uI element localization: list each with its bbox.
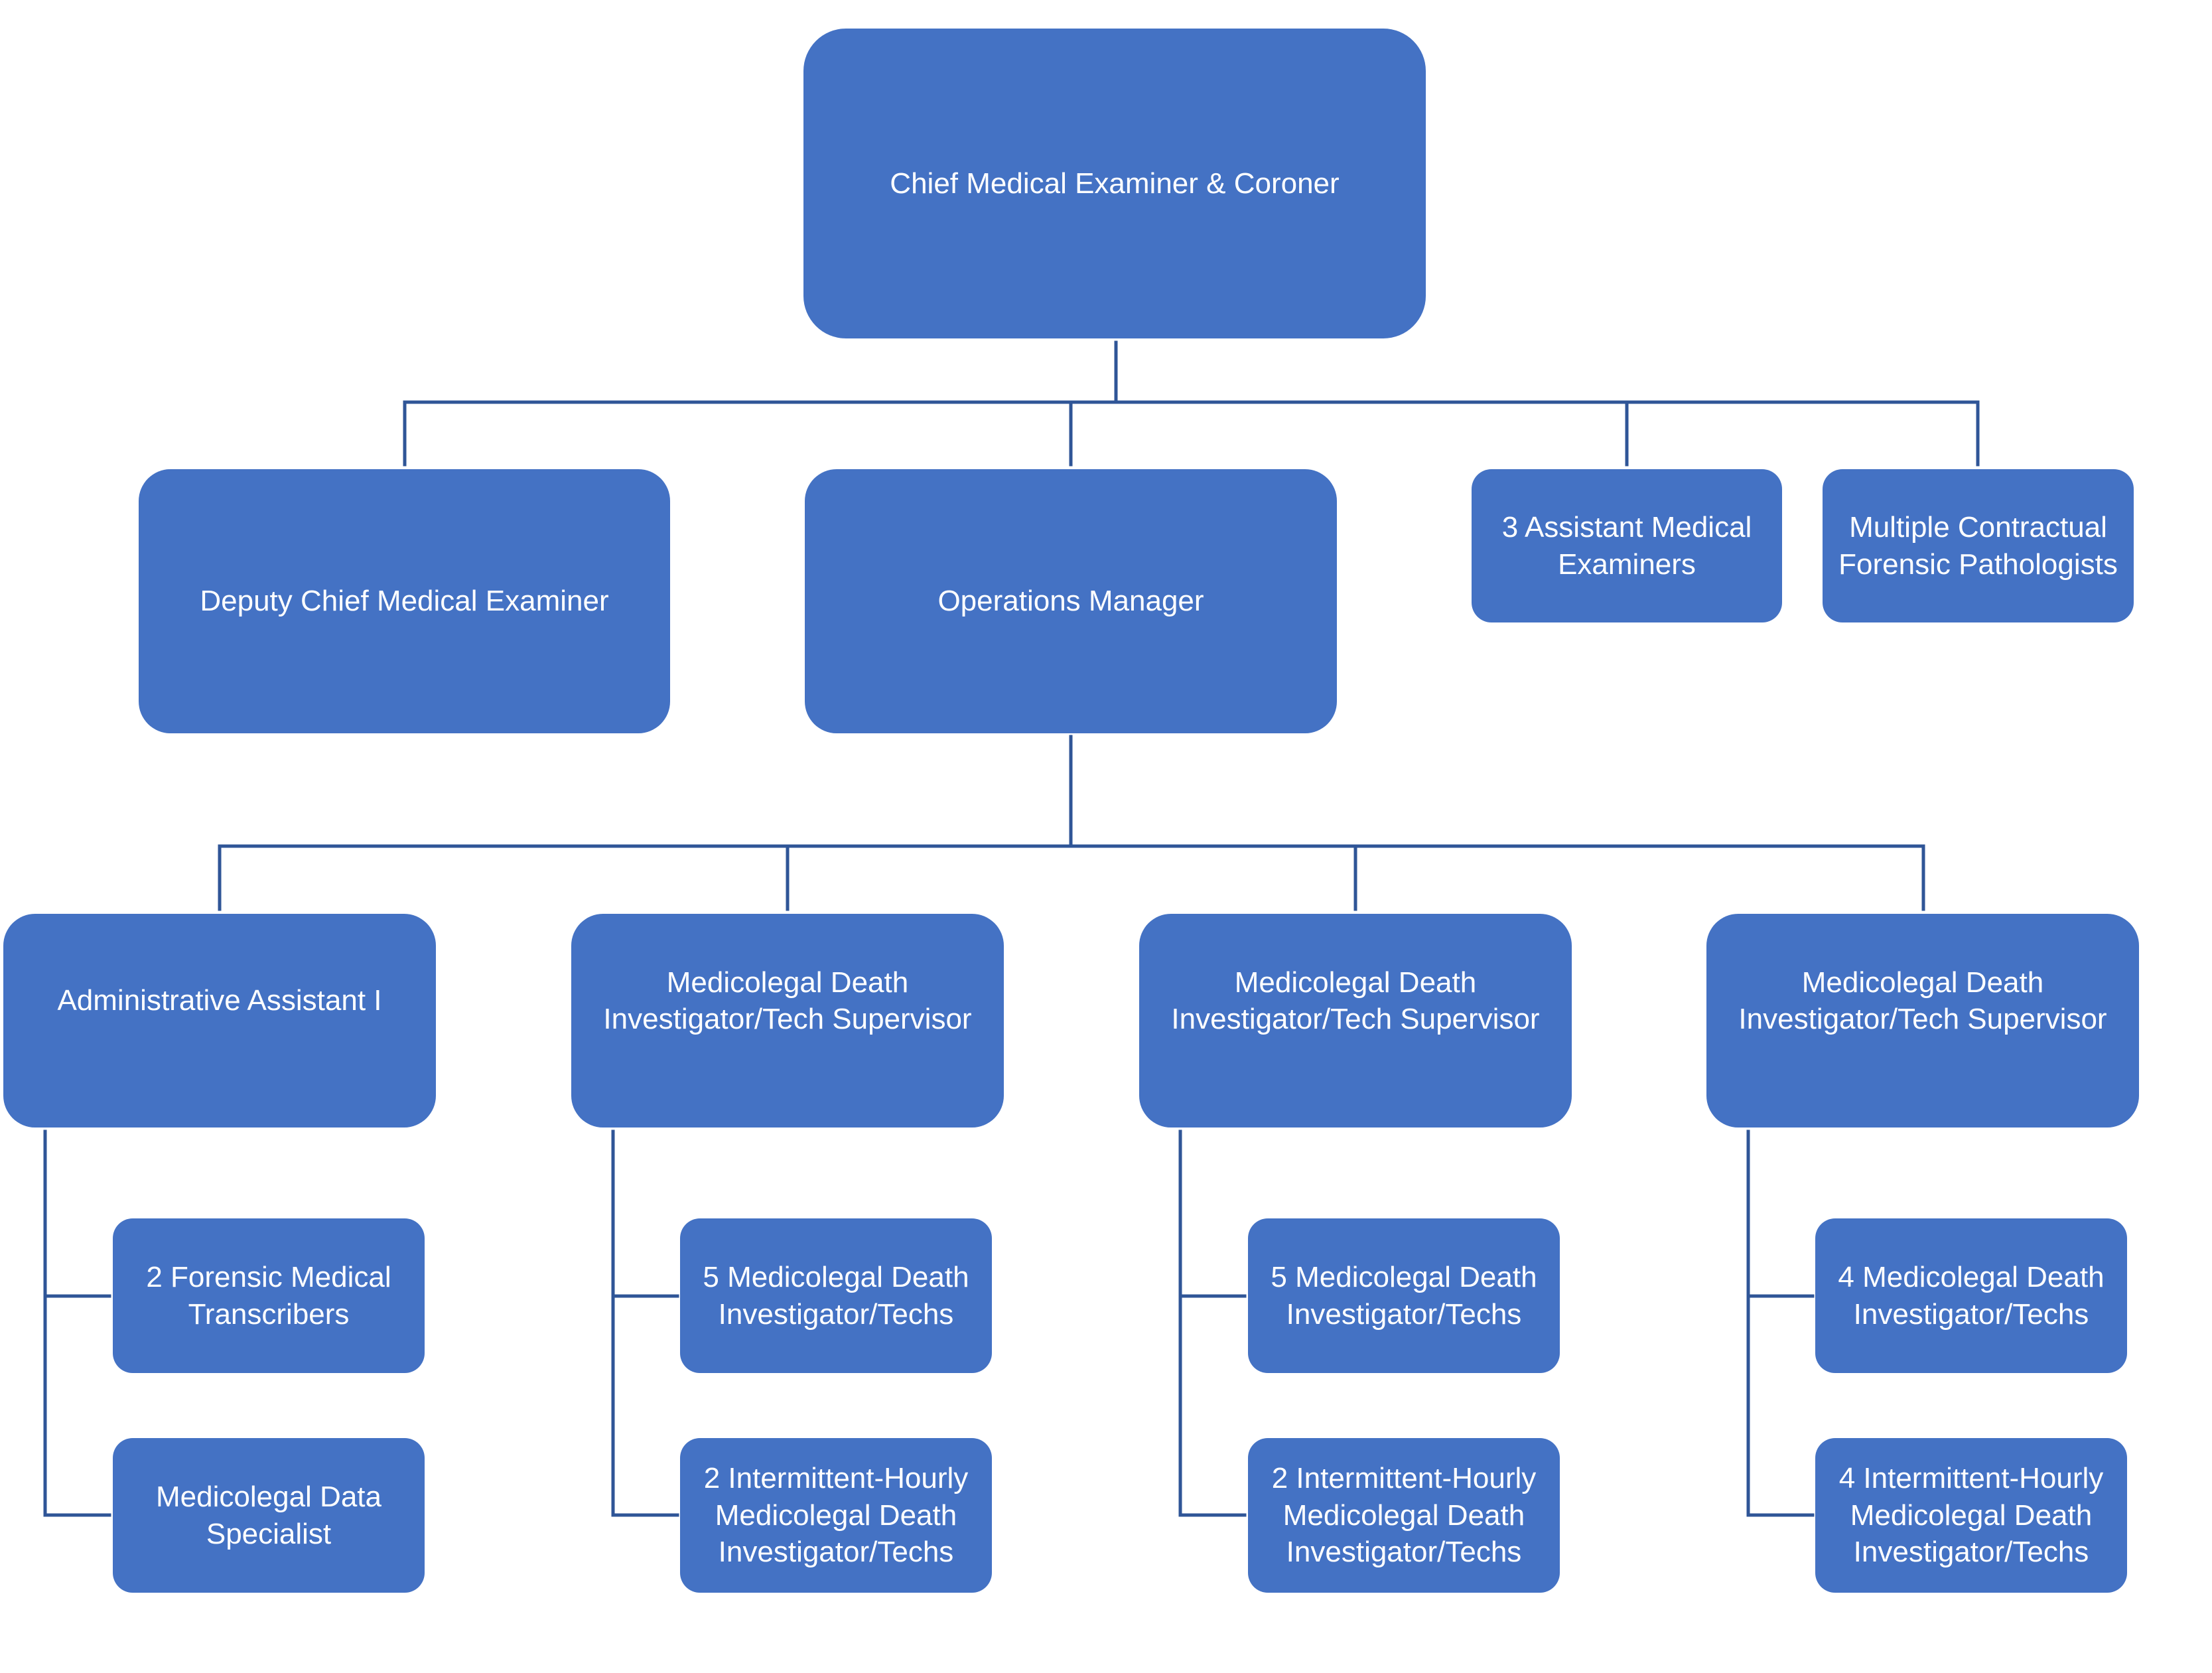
node-hourly-techs-1: 2 Intermittent-Hourly Medicolegal Death … xyxy=(680,1438,992,1593)
node-label: Medicolegal Death Investigator/Tech Supe… xyxy=(603,966,972,1035)
node-data-specialist: Medicolegal Data Specialist xyxy=(113,1438,425,1593)
node-label: Multiple Contractual Forensic Pathologis… xyxy=(1838,511,2118,581)
node-label: 3 Assistant Medical Examiners xyxy=(1501,511,1752,581)
node-chief-medical-examiner: Chief Medical Examiner & Coroner xyxy=(803,29,1426,338)
node-operations-manager: Operations Manager xyxy=(805,469,1337,733)
node-label: 5 Medicolegal Death Investigator/Techs xyxy=(1271,1261,1537,1331)
node-label: Deputy Chief Medical Examiner xyxy=(200,585,609,618)
node-techs-1: 5 Medicolegal Death Investigator/Techs xyxy=(680,1218,992,1373)
node-label: Administrative Assistant I xyxy=(57,984,382,1017)
node-hourly-techs-2: 2 Intermittent-Hourly Medicolegal Death … xyxy=(1248,1438,1560,1593)
node-label: 4 Medicolegal Death Investigator/Techs xyxy=(1838,1261,2105,1331)
node-supervisor-1: Medicolegal Death Investigator/Tech Supe… xyxy=(571,914,1004,1127)
node-administrative-assistant: Administrative Assistant I xyxy=(3,914,436,1127)
node-contractual-pathologists: Multiple Contractual Forensic Pathologis… xyxy=(1823,469,2134,622)
node-label: Medicolegal Data Specialist xyxy=(156,1481,381,1550)
node-label: 5 Medicolegal Death Investigator/Techs xyxy=(703,1261,969,1331)
node-hourly-techs-3: 4 Intermittent-Hourly Medicolegal Death … xyxy=(1815,1438,2127,1593)
node-label: Operations Manager xyxy=(937,585,1204,618)
node-label: Medicolegal Death Investigator/Tech Supe… xyxy=(1171,966,1540,1035)
node-supervisor-3: Medicolegal Death Investigator/Tech Supe… xyxy=(1706,914,2139,1127)
node-techs-2: 5 Medicolegal Death Investigator/Techs xyxy=(1248,1218,1560,1373)
node-label: Chief Medical Examiner & Coroner xyxy=(890,167,1340,200)
node-label: 2 Intermittent-Hourly Medicolegal Death … xyxy=(703,1462,969,1569)
node-label: 2 Forensic Medical Transcribers xyxy=(146,1261,391,1331)
node-assistant-medical-examiners: 3 Assistant Medical Examiners xyxy=(1472,469,1782,622)
node-label: 4 Intermittent-Hourly Medicolegal Death … xyxy=(1838,1462,2104,1569)
node-deputy-chief: Deputy Chief Medical Examiner xyxy=(139,469,670,733)
node-forensic-transcribers: 2 Forensic Medical Transcribers xyxy=(113,1218,425,1373)
node-supervisor-2: Medicolegal Death Investigator/Tech Supe… xyxy=(1139,914,1572,1127)
node-techs-3: 4 Medicolegal Death Investigator/Techs xyxy=(1815,1218,2127,1373)
node-label: 2 Intermittent-Hourly Medicolegal Death … xyxy=(1271,1462,1537,1569)
node-label: Medicolegal Death Investigator/Tech Supe… xyxy=(1738,966,2107,1035)
